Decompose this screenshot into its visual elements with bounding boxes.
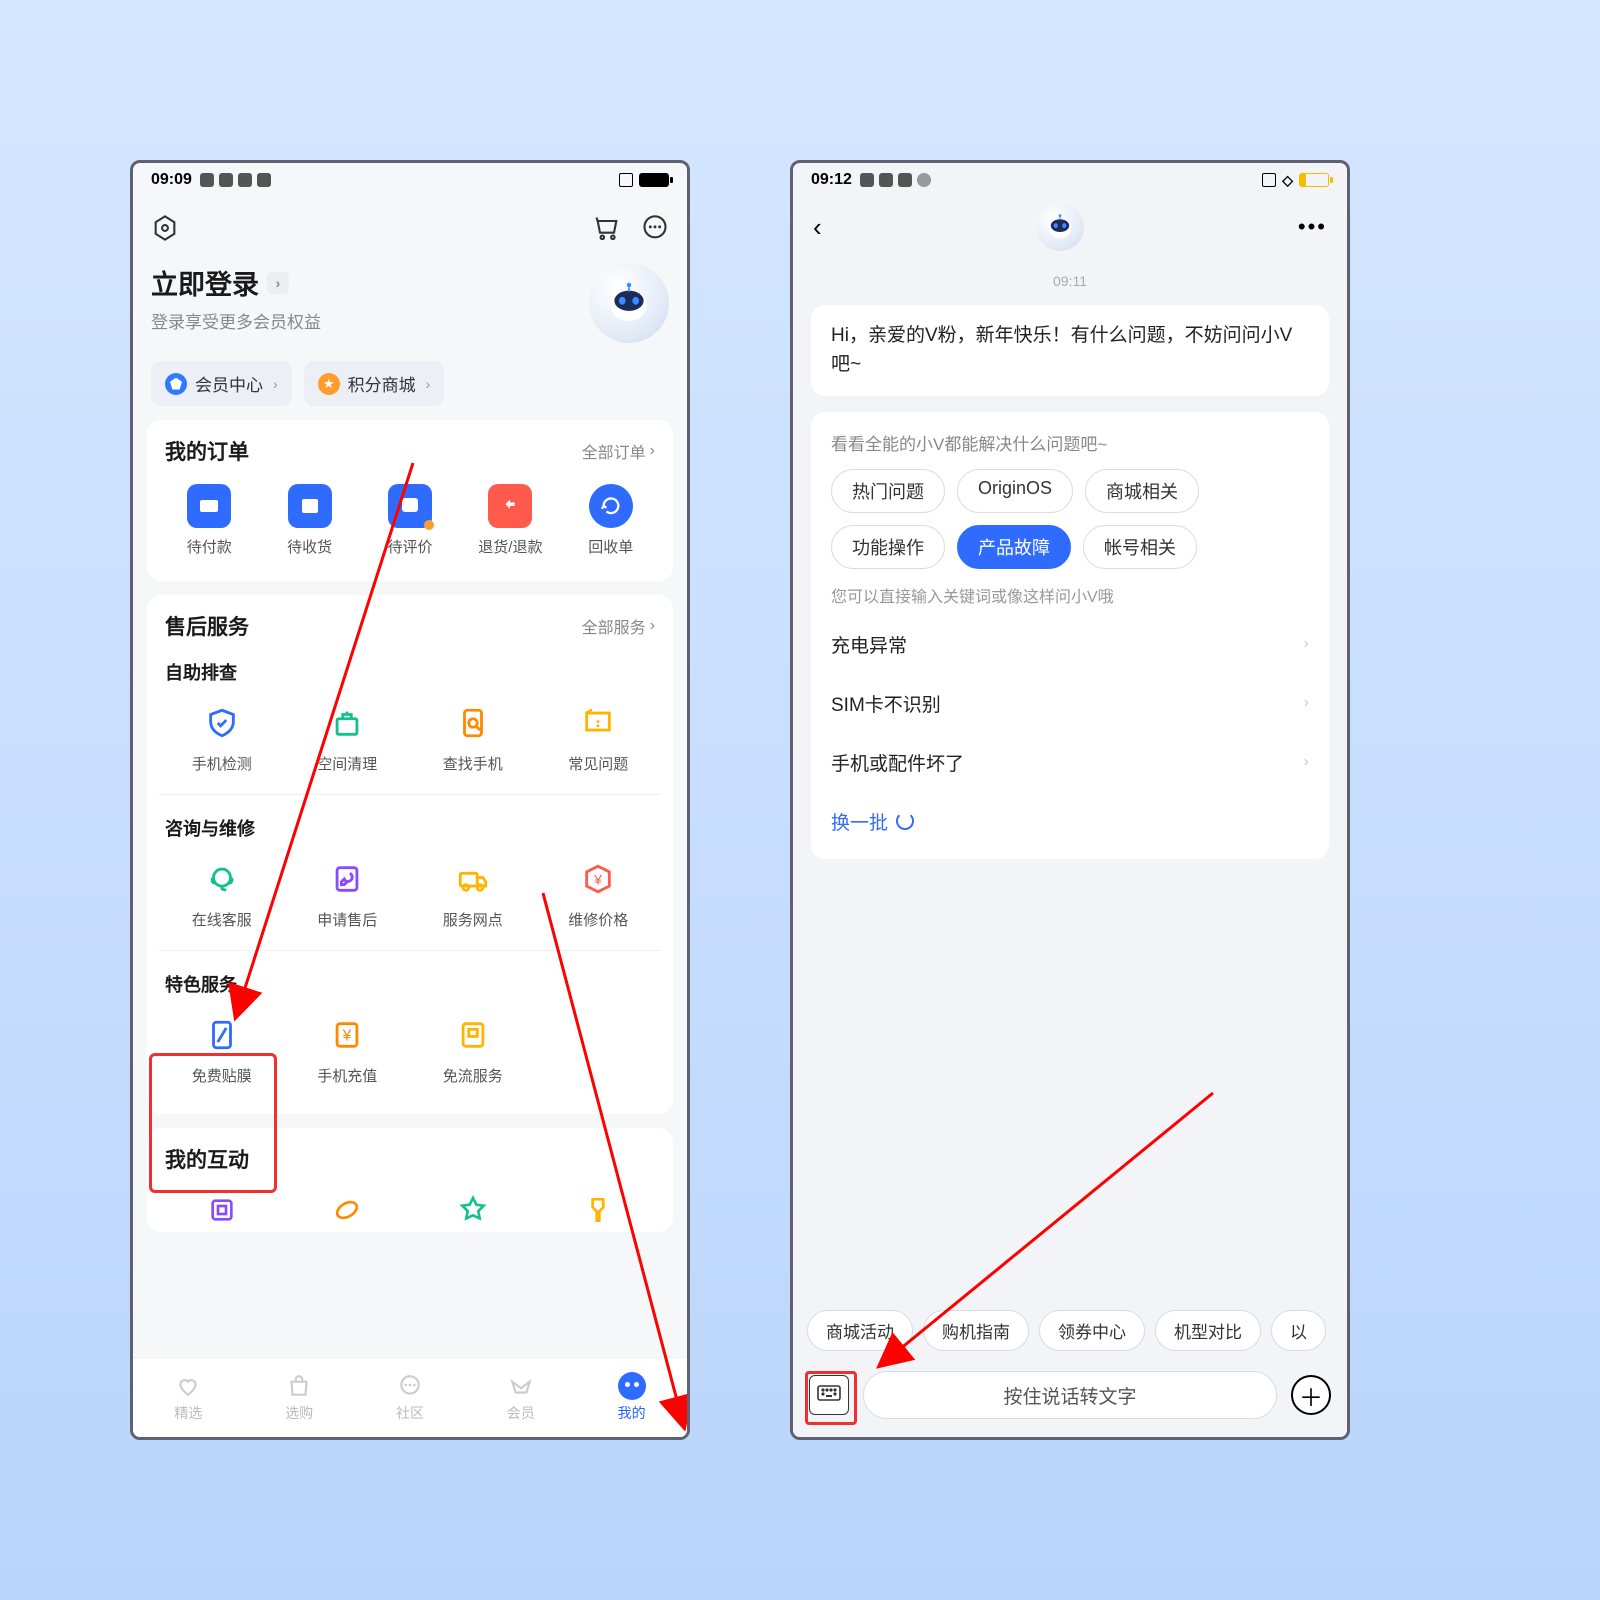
phone-left: 09:09 立即登录 › — [130, 160, 690, 1440]
interact-1[interactable] — [159, 1182, 285, 1232]
interact-title: 我的互动 — [165, 1144, 249, 1174]
interact-2[interactable] — [285, 1182, 411, 1232]
tab-member[interactable]: 会员 — [465, 1358, 576, 1437]
input-bar: 按住说话转文字 ＋ — [793, 1361, 1347, 1437]
tab-mine[interactable]: 我的 — [576, 1358, 687, 1437]
wifi-icon: ◇ — [1282, 172, 1293, 189]
aftersales-more-button[interactable]: 全部服务› — [582, 614, 655, 638]
free-data[interactable]: 免流服务 — [410, 1007, 536, 1092]
aftersales-title: 售后服务 — [165, 611, 249, 641]
space-clean[interactable]: 空间清理 — [285, 695, 411, 780]
service-point[interactable]: 服务网点 — [410, 851, 536, 936]
clock: 09:12 — [811, 171, 852, 189]
quick-chip[interactable]: 购机指南 — [923, 1310, 1029, 1351]
orders-card: 我的订单 全部订单› 待付款 待收货 待评价 退货/退款 回收单 — [147, 420, 673, 581]
order-pending-receive[interactable]: 待收货 — [259, 478, 359, 563]
bot-avatar[interactable] — [589, 263, 669, 343]
plus-button[interactable]: ＋ — [1291, 1375, 1331, 1415]
aftersales-card: 售后服务 全部服务› 自助排查 手机检测 空间清理 查找手机 常见问题 咨询与维… — [147, 595, 673, 1114]
online-service[interactable]: 在线客服 — [159, 851, 285, 936]
special-head: 特色服务 — [159, 965, 661, 1007]
status-icons — [860, 173, 931, 187]
points-mall-button[interactable]: 积分商城› — [304, 361, 445, 406]
topic-chip[interactable]: OriginOS — [957, 469, 1073, 513]
login-button[interactable]: 立即登录 › — [151, 263, 589, 302]
status-bar: 09:09 — [133, 163, 687, 197]
settings-hex-icon[interactable] — [151, 214, 179, 247]
chat-timestamp: 09:11 — [811, 257, 1329, 305]
order-refund[interactable]: 退货/退款 — [460, 478, 560, 563]
topic-chip[interactable]: 产品故障 — [957, 525, 1071, 569]
topic-panel: 看看全能的小V都能解决什么问题吧~ 热门问题 OriginOS 商城相关功能操作产品… — [811, 412, 1329, 859]
chevron-right-icon: › — [267, 272, 289, 294]
cart-icon[interactable] — [593, 214, 621, 247]
battery-low-icon — [1299, 173, 1329, 187]
sim-icon — [1262, 173, 1276, 187]
interact-4[interactable] — [536, 1182, 662, 1232]
battery-icon — [639, 173, 669, 187]
more-button[interactable]: ••• — [1298, 214, 1327, 240]
refresh-icon — [896, 812, 914, 830]
topic-chip[interactable]: 商城相关 — [1085, 469, 1199, 513]
topic-chip[interactable]: 功能操作 — [831, 525, 945, 569]
svg-text:¥: ¥ — [342, 1028, 352, 1045]
topic-chip[interactable]: 帐号相关 — [1083, 525, 1197, 569]
panel-title: 看看全能的小V都能解决什么问题吧~ — [831, 430, 1309, 455]
star-icon — [318, 373, 340, 395]
bot-avatar[interactable] — [1036, 203, 1084, 251]
quick-chip[interactable]: 领券中心 — [1039, 1310, 1145, 1351]
interact-card: 我的互动 — [147, 1128, 673, 1232]
quick-chip[interactable]: 商城活动 — [807, 1310, 913, 1351]
svg-text:¥: ¥ — [593, 873, 602, 889]
tab-community[interactable]: 社区 — [355, 1358, 466, 1437]
free-film[interactable]: 免费贴膜 — [159, 1007, 285, 1092]
voice-input[interactable]: 按住说话转文字 — [863, 1371, 1277, 1419]
refresh-button[interactable]: 换一批 — [831, 792, 1309, 839]
order-pending-payment[interactable]: 待付款 — [159, 478, 259, 563]
consult-head: 咨询与维修 — [159, 809, 661, 851]
repair-price[interactable]: ¥维修价格 — [536, 851, 662, 936]
login-subtitle: 登录享受更多会员权益 — [151, 308, 589, 333]
clock: 09:09 — [151, 171, 192, 189]
quick-chip-row: 商城活动购机指南领券中心机型对比以 — [793, 1300, 1347, 1361]
phone-right: 09:12 ◇ ‹ ••• 09:11 Hi，亲爱的V粉，新年快乐！有什么问题，… — [790, 160, 1350, 1440]
keyboard-toggle-button[interactable] — [809, 1375, 849, 1415]
orders-more-button[interactable]: 全部订单› — [582, 439, 655, 463]
issue-item[interactable]: 充电异常› — [831, 615, 1309, 674]
diamond-icon — [165, 373, 187, 395]
chat-greeting-bubble: Hi，亲爱的V粉，新年快乐！有什么问题，不妨问问小V吧~ — [811, 305, 1329, 396]
apply-aftersale[interactable]: 申请售后 — [285, 851, 411, 936]
tab-featured[interactable]: 精选 — [133, 1358, 244, 1437]
chat-header: ‹ ••• — [793, 197, 1347, 257]
order-pending-review[interactable]: 待评价 — [360, 478, 460, 563]
issue-item[interactable]: SIM卡不识别› — [831, 674, 1309, 733]
topic-chip[interactable]: 热门问题 — [831, 469, 945, 513]
back-button[interactable]: ‹ — [813, 212, 822, 243]
status-bar: 09:12 ◇ — [793, 163, 1347, 197]
status-icons — [200, 173, 271, 187]
message-icon[interactable] — [641, 214, 669, 247]
phone-recharge[interactable]: ¥手机充值 — [285, 1007, 411, 1092]
phone-check[interactable]: 手机检测 — [159, 695, 285, 780]
quick-chip[interactable]: 机型对比 — [1155, 1310, 1261, 1351]
faq[interactable]: 常见问题 — [536, 695, 662, 780]
panel-subtitle: 您可以直接输入关键词或像这样问小V哦 — [831, 583, 1309, 607]
find-phone[interactable]: 查找手机 — [410, 695, 536, 780]
issue-item[interactable]: 手机或配件坏了› — [831, 733, 1309, 792]
order-recycle[interactable]: 回收单 — [561, 478, 661, 563]
interact-3[interactable] — [410, 1182, 536, 1232]
tab-shop[interactable]: 选购 — [244, 1358, 355, 1437]
sim-icon — [619, 173, 633, 187]
self-diag-head: 自助排查 — [159, 653, 661, 695]
member-center-button[interactable]: 会员中心› — [151, 361, 292, 406]
quick-chip[interactable]: 以 — [1271, 1310, 1326, 1351]
tab-bar: 精选 选购 社区 会员 我的 — [133, 1357, 687, 1437]
orders-title: 我的订单 — [165, 436, 249, 466]
